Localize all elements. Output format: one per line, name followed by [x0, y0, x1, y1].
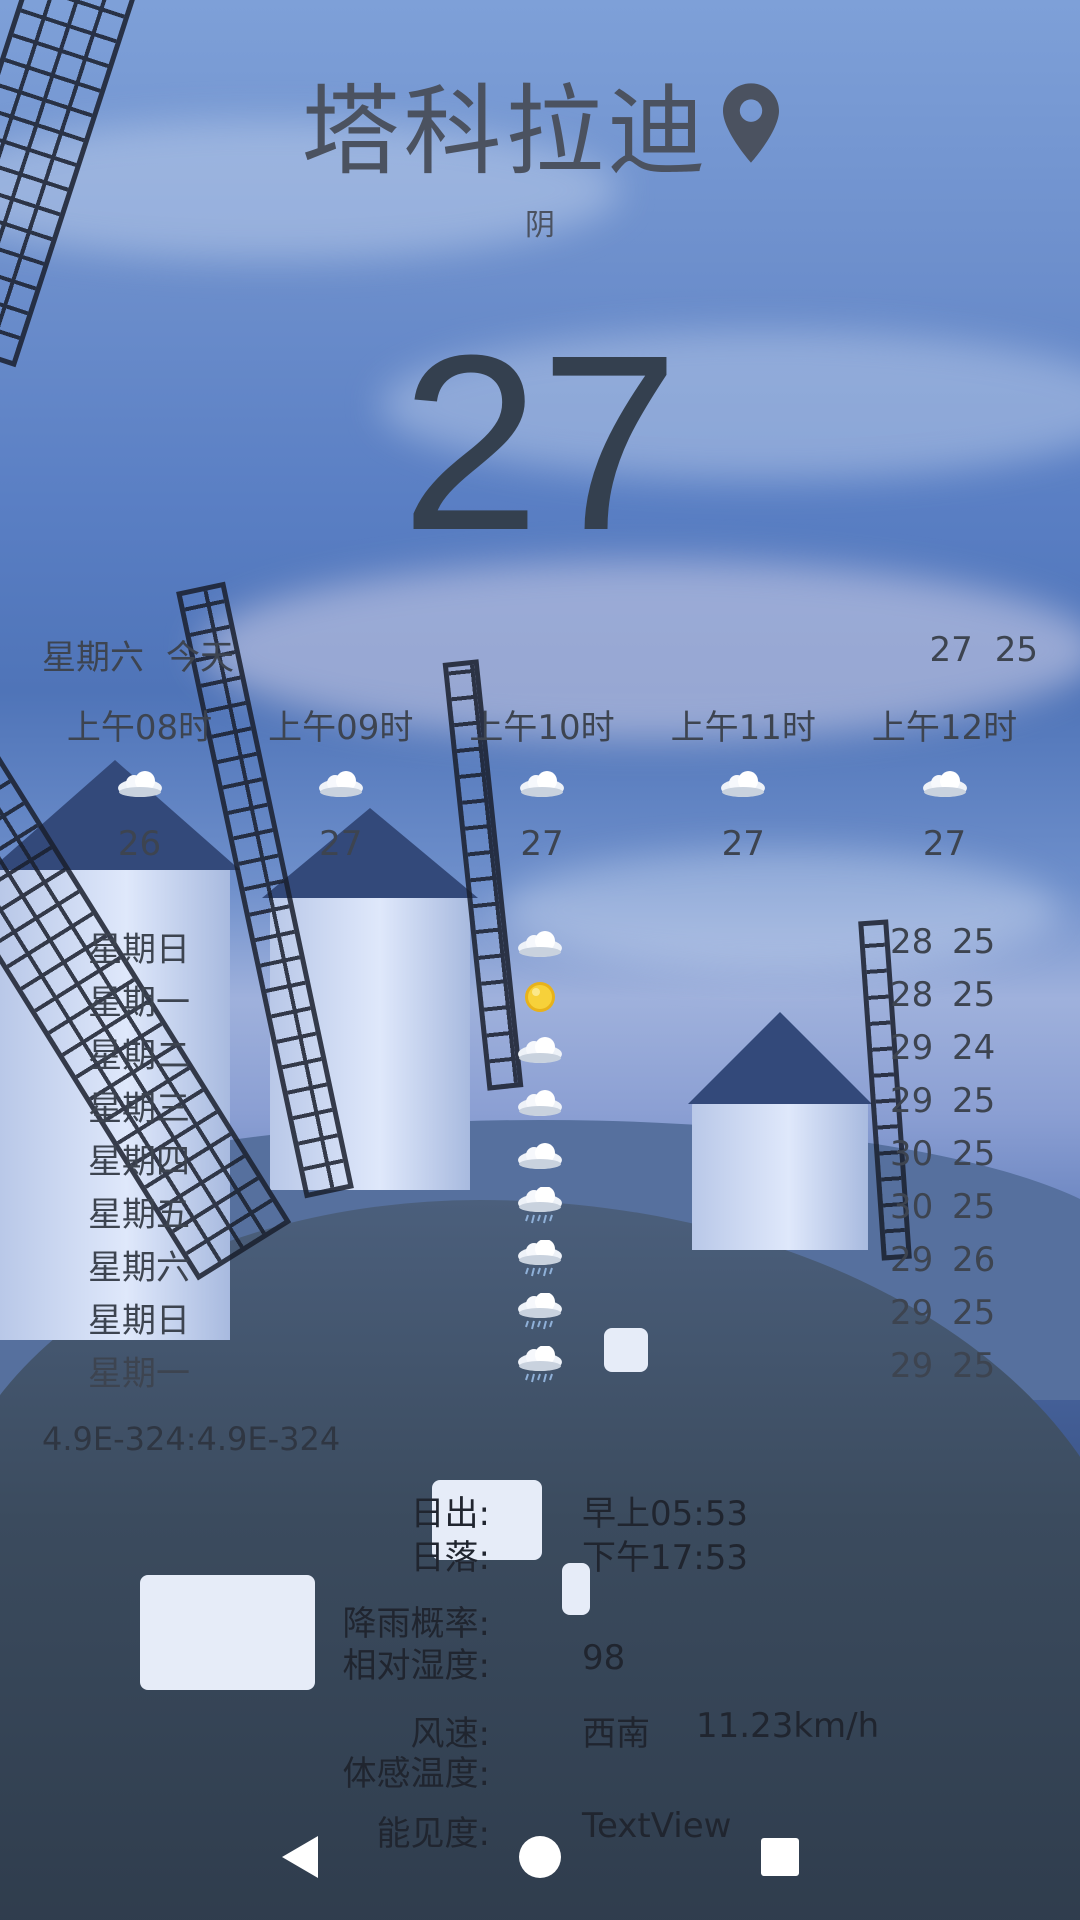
cloud-icon [721, 771, 766, 797]
daily-row: 星期一 29 25 [0, 1342, 1080, 1395]
daily-high: 29 [890, 1240, 934, 1280]
sunrise-value: 早上05:53 [582, 1494, 748, 1534]
home-circle-icon [519, 1836, 561, 1878]
today-low: 25 [994, 630, 1038, 670]
cloud-icon [117, 771, 162, 797]
humidity-label: 相对湿度: [342, 1646, 490, 1686]
hourly-time: 上午11时 [670, 708, 816, 748]
hourly-item: 上午11时 27 [646, 700, 841, 864]
cloud-icon [922, 771, 967, 797]
daily-high: 30 [890, 1187, 934, 1227]
system-navigation-bar [0, 1794, 1080, 1920]
sun-icon [525, 982, 555, 1012]
back-triangle-icon [282, 1836, 318, 1878]
daily-weekday: 星期一 [88, 983, 190, 1023]
weather-content: 塔科拉迪 阴 27 星期六 今天 27 25 上午08时 26 上午09时 27 上… [0, 0, 1080, 1920]
hourly-time: 上午09时 [268, 708, 414, 748]
daily-high: 30 [890, 1134, 934, 1174]
daily-low: 25 [952, 1187, 996, 1227]
cloud-icon [518, 931, 562, 957]
cloud-icon [318, 771, 363, 797]
daily-high: 28 [890, 975, 934, 1015]
hourly-temp: 26 [117, 824, 162, 864]
current-temperature: 27 [400, 303, 680, 582]
location-pin-icon[interactable] [722, 83, 779, 163]
cloud-icon [518, 1143, 562, 1169]
daily-row: 星期五 30 25 [0, 1183, 1080, 1236]
hourly-time: 上午10时 [469, 708, 615, 748]
recents-button[interactable] [660, 1794, 900, 1920]
hourly-temp: 27 [721, 824, 765, 864]
cloud-icon [518, 1090, 562, 1116]
daily-low: 25 [952, 975, 996, 1015]
daily-weekday: 星期六 [88, 1248, 190, 1288]
hourly-temp: 27 [319, 824, 363, 864]
coordinates-text: 4.9E-324:4.9E-324 [42, 1420, 341, 1458]
hourly-item: 上午09时 27 [243, 700, 438, 864]
daily-row: 星期一 28 25 [0, 971, 1080, 1024]
daily-row: 星期六 29 26 [0, 1236, 1080, 1289]
daily-row: 星期三 29 25 [0, 1077, 1080, 1130]
daily-row: 星期二 29 24 [0, 1024, 1080, 1077]
daily-high: 28 [890, 922, 934, 962]
today-summary: 星期六 今天 [42, 630, 256, 679]
hourly-temp: 27 [520, 824, 564, 864]
daily-forecast: 星期日 28 25 星期一 28 25 星期二 29 24 星期三 29 25 … [0, 918, 1080, 1395]
rain-cloud-icon [518, 1187, 562, 1224]
hourly-item: 上午12时 27 [847, 700, 1042, 864]
hourly-temp: 27 [922, 824, 967, 864]
daily-high: 29 [890, 1081, 934, 1121]
sunset-value: 下午17:53 [582, 1538, 748, 1578]
sunrise-label: 日出: [410, 1494, 490, 1534]
weather-condition: 阴 [525, 208, 555, 243]
sunset-row: 日落: 下午17:53 [0, 1530, 1080, 1584]
rain-cloud-icon [518, 1346, 562, 1383]
daily-row: 星期日 28 25 [0, 918, 1080, 971]
daily-low: 25 [952, 1293, 996, 1333]
feels-like-row: 体感温度: [0, 1746, 1080, 1800]
daily-weekday: 星期三 [88, 1089, 190, 1129]
daily-weekday: 星期四 [88, 1142, 190, 1182]
today-label: 今天 [166, 638, 234, 678]
city-name: 塔科拉迪 [301, 75, 710, 189]
daily-low: 24 [952, 1028, 996, 1068]
daily-weekday: 星期一 [88, 1354, 190, 1394]
cloud-icon [520, 771, 564, 797]
humidity-row: 相对湿度: 98 [0, 1638, 1080, 1692]
home-button[interactable] [420, 1794, 660, 1920]
daily-low: 25 [952, 1134, 996, 1174]
daily-high: 29 [890, 1028, 934, 1068]
hourly-time: 上午08时 [66, 708, 213, 748]
daily-low: 25 [952, 1081, 996, 1121]
daily-row: 星期四 30 25 [0, 1130, 1080, 1183]
hourly-time: 上午12时 [871, 708, 1018, 748]
daily-weekday: 星期二 [88, 1036, 190, 1076]
daily-high: 29 [890, 1346, 934, 1386]
recents-square-icon [761, 1838, 799, 1876]
feels-like-label: 体感温度: [342, 1754, 490, 1794]
wind-speed: 11.23km/h [696, 1706, 880, 1746]
sunset-label: 日落: [410, 1538, 490, 1578]
humidity-value: 98 [582, 1638, 626, 1678]
hourly-item: 上午10时 27 [445, 700, 640, 864]
rain-cloud-icon [518, 1293, 562, 1330]
daily-low: 25 [952, 922, 996, 962]
hourly-item: 上午08时 26 [42, 700, 237, 864]
today-high-low: 27 25 [907, 630, 1038, 670]
daily-low: 26 [952, 1240, 996, 1280]
hourly-forecast: 上午08时 26 上午09时 27 上午10时 27 上午11时 27 上午12… [42, 700, 1042, 864]
today-weekday: 星期六 [42, 638, 144, 678]
today-high: 27 [929, 630, 973, 670]
back-button[interactable] [180, 1794, 420, 1920]
daily-weekday: 星期日 [88, 930, 190, 970]
city-header: 塔科拉迪 [0, 52, 1080, 194]
rain-cloud-icon [518, 1240, 562, 1277]
daily-row: 星期日 29 25 [0, 1289, 1080, 1342]
daily-high: 29 [890, 1293, 934, 1333]
cloud-icon [518, 1037, 562, 1063]
daily-low: 25 [952, 1346, 996, 1386]
daily-weekday: 星期日 [88, 1301, 190, 1341]
daily-weekday: 星期五 [88, 1195, 190, 1235]
